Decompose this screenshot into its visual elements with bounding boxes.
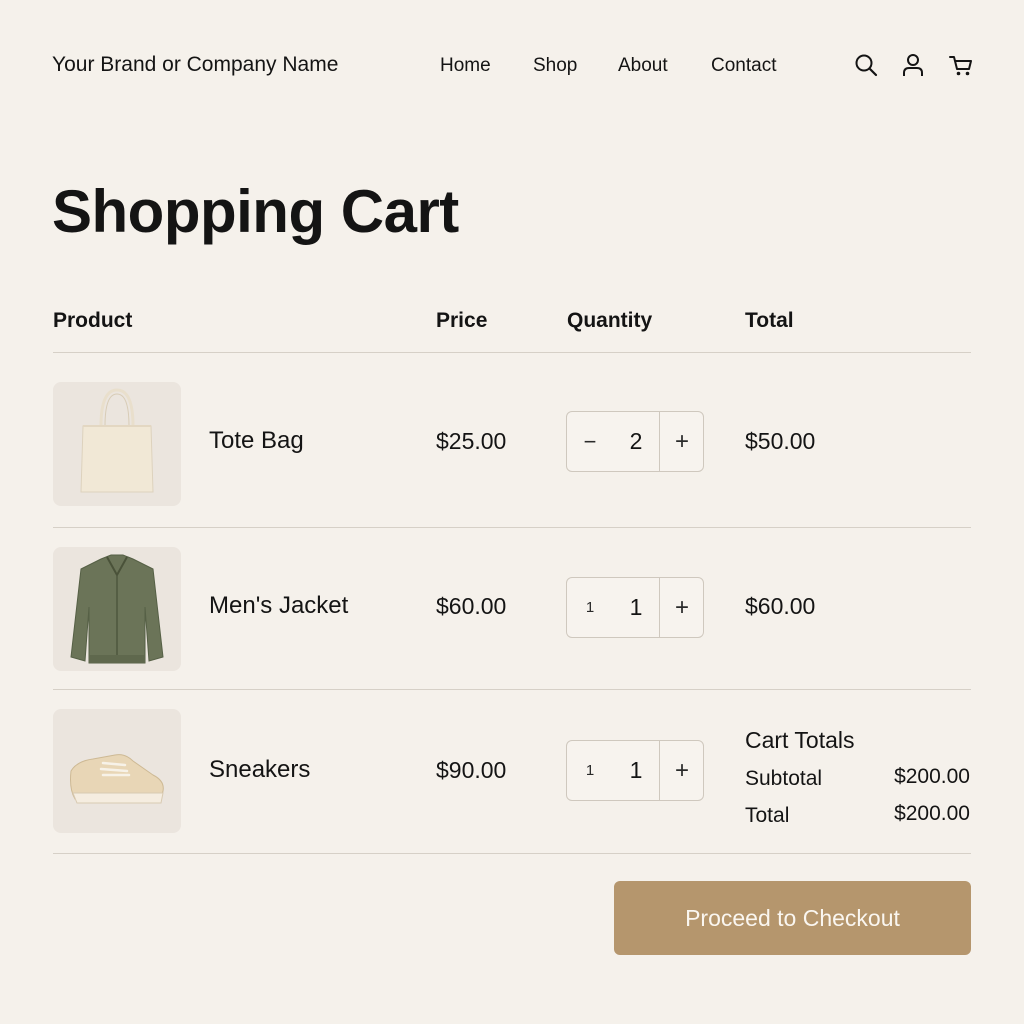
nav-about[interactable]: About [618,54,668,78]
quantity-value[interactable]: 2 [613,412,659,471]
quantity-stepper: 1 1 + [566,740,704,801]
account-icon[interactable] [900,52,926,78]
column-header-price: Price [436,309,488,332]
decrease-quantity-button[interactable]: 1 [567,578,613,637]
divider [53,352,971,353]
cart-totals-title: Cart Totals [745,727,855,753]
product-name[interactable]: Sneakers [209,755,310,785]
search-icon[interactable] [853,52,879,78]
nav-contact[interactable]: Contact [711,54,776,78]
row-total: $60.00 [745,593,816,619]
mens-jacket-image[interactable] [53,547,181,671]
quantity-stepper: 1 1 + [566,577,704,638]
row-total: $50.00 [745,428,816,454]
subtotal-label: Subtotal [745,767,823,790]
nav-home[interactable]: Home [440,54,491,78]
checkout-button[interactable]: Proceed to Checkout [614,881,971,955]
divider [53,689,971,690]
cart-page: Your Brand or Company Name Home Shop Abo… [0,0,1024,1024]
divider [53,527,971,528]
column-header-quantity: Quantity [567,309,653,332]
total-label: Total [745,804,790,827]
product-name[interactable]: Tote Bag [209,426,304,456]
total-value: $200.00 [894,802,970,825]
page-title: Shopping Cart [52,178,459,245]
brand-name[interactable]: Your Brand or Company Name [52,52,338,78]
product-price: $25.00 [436,428,507,454]
quantity-value[interactable]: 1 [613,741,659,800]
cart-icon[interactable] [948,52,974,78]
column-header-total: Total [745,309,794,332]
decrease-quantity-button[interactable]: − [567,412,613,471]
subtotal-value: $200.00 [894,765,970,788]
product-price: $90.00 [436,757,507,783]
tote-bag-image[interactable] [53,382,181,506]
sneakers-image[interactable] [53,709,181,833]
decrease-quantity-button[interactable]: 1 [567,741,613,800]
increase-quantity-button[interactable]: + [660,412,704,471]
divider [53,853,971,854]
quantity-stepper: − 2 + [566,411,704,472]
nav-shop[interactable]: Shop [533,54,577,78]
product-name[interactable]: Men's Jacket [209,591,348,621]
increase-quantity-button[interactable]: + [660,578,704,637]
column-header-product: Product [53,309,133,332]
product-price: $60.00 [436,593,507,619]
increase-quantity-button[interactable]: + [660,741,704,800]
quantity-value[interactable]: 1 [613,578,659,637]
